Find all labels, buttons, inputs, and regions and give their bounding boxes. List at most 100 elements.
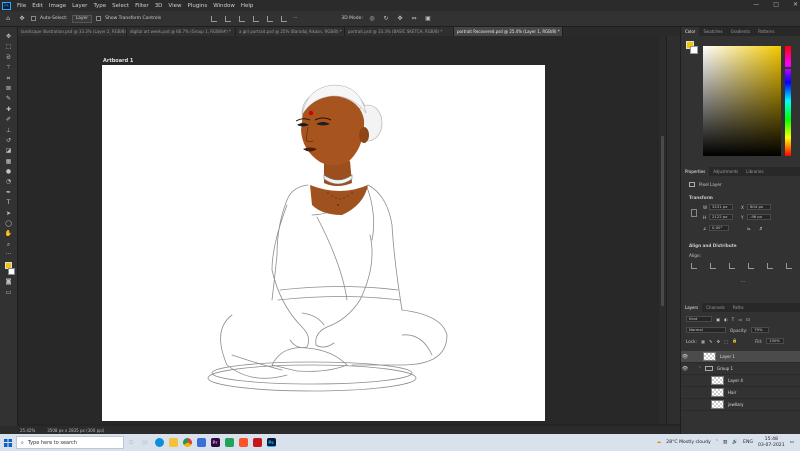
artboard-canvas[interactable] xyxy=(102,65,545,421)
menu-select[interactable]: Select xyxy=(109,3,132,9)
tab-portrait-recovered[interactable]: portrait Recovered.psd @ 25.4% (Layer 1,… xyxy=(454,27,563,36)
more-options-icon[interactable]: ··· xyxy=(293,16,297,21)
tab-patterns[interactable]: Patterns xyxy=(754,27,778,36)
eye-icon[interactable]: 👁 xyxy=(681,366,689,372)
opacity-field[interactable]: 79% xyxy=(751,327,770,333)
layer-row[interactable]: 👁 Layer 1 xyxy=(681,351,800,363)
volume-icon[interactable]: 🔊 xyxy=(732,440,738,445)
x-field[interactable]: 604 px xyxy=(747,204,771,210)
layer-row[interactable]: jewllary xyxy=(681,399,800,411)
eraser-icon[interactable]: ◪ xyxy=(4,147,14,154)
menu-image[interactable]: Image xyxy=(46,3,69,9)
align-left-icon[interactable] xyxy=(211,15,218,22)
type-tool-icon[interactable]: T xyxy=(4,199,14,206)
filter-adjustment-icon[interactable]: ◐ xyxy=(724,317,728,322)
width-field[interactable]: 3231 px xyxy=(709,204,733,210)
tab-a-girl-portrait[interactable]: a girl portrait.psd @ 25% (Baradaj Aikas… xyxy=(236,27,345,36)
lock-artboard-icon[interactable]: ⬚ xyxy=(724,339,728,344)
filter-shape-icon[interactable]: ▭ xyxy=(738,317,742,322)
pen-tool-icon[interactable]: ✒ xyxy=(4,189,14,196)
weather-text[interactable]: 28°C Mostly cloudy xyxy=(666,440,710,445)
magic-wand-icon[interactable]: ⚚ xyxy=(4,64,14,71)
auto-select-checkbox[interactable] xyxy=(31,16,36,21)
eye-icon[interactable]: 👁 xyxy=(681,354,689,360)
menu-3d[interactable]: 3D xyxy=(152,3,166,9)
filter-type-icon[interactable]: T xyxy=(732,317,735,322)
quick-mask-icon[interactable]: ◙ xyxy=(4,278,14,285)
menu-help[interactable]: Help xyxy=(238,3,257,9)
edge-icon[interactable] xyxy=(152,434,166,451)
align-right-icon[interactable] xyxy=(239,15,246,22)
marquee-tool-icon[interactable]: ⬚ xyxy=(4,43,14,50)
menu-filter[interactable]: Filter xyxy=(132,3,152,9)
lock-brush-icon[interactable]: ✎ xyxy=(709,339,713,344)
menu-plugins[interactable]: Plugins xyxy=(184,3,210,9)
filter-smart-icon[interactable]: ⊡ xyxy=(746,317,750,322)
hue-slider[interactable] xyxy=(785,46,791,156)
media-app-icon[interactable] xyxy=(250,434,264,451)
file-explorer-icon[interactable] xyxy=(166,434,180,451)
minimize-button[interactable]: — xyxy=(753,1,759,8)
lock-move-icon[interactable]: ✥ xyxy=(716,339,720,344)
screen-mode-icon[interactable]: ▭ xyxy=(4,289,14,296)
photoshop-taskbar-icon[interactable]: Ps xyxy=(264,434,278,451)
canvas-scrollbar[interactable] xyxy=(659,36,666,424)
align-bottom-edges-icon[interactable] xyxy=(786,263,792,269)
menu-layer[interactable]: Layer xyxy=(69,3,90,9)
tab-channels[interactable]: Channels xyxy=(702,303,729,312)
align-middle-icon[interactable] xyxy=(267,15,274,22)
lasso-tool-icon[interactable]: ᘐ xyxy=(4,54,14,61)
layer-row[interactable]: 👁 ˅ Group 1 xyxy=(681,363,800,375)
store-icon[interactable] xyxy=(194,434,208,451)
taskbar-search[interactable]: ⌕ Type here to search xyxy=(16,436,124,449)
tab-paths[interactable]: Paths xyxy=(729,303,748,312)
ellipse-tool-icon[interactable]: ◯ xyxy=(4,220,14,227)
notification-icon[interactable]: ▭ xyxy=(790,440,794,445)
zoom-level[interactable]: 25.42% xyxy=(20,428,35,433)
angle-field[interactable]: 0.00° xyxy=(709,225,729,231)
brush-tool-icon[interactable]: ✐ xyxy=(4,116,14,123)
menu-window[interactable]: Window xyxy=(210,3,238,9)
fill-field[interactable]: 100% xyxy=(766,338,785,344)
link-dimensions-icon[interactable] xyxy=(691,209,697,217)
widgets-icon[interactable]: ▤ xyxy=(138,434,152,451)
maximize-button[interactable]: □ xyxy=(773,1,779,8)
align-vertical-centers-icon[interactable] xyxy=(767,263,773,269)
tab-landscape-illustration[interactable]: landscape illustration.psd @ 33.3% (Laye… xyxy=(18,27,127,36)
tray-chevron-icon[interactable]: ˄ xyxy=(716,440,718,445)
blend-mode-dropdown[interactable]: Normal xyxy=(686,327,726,333)
panel-collapse-strip[interactable] xyxy=(666,36,680,424)
clone-stamp-icon[interactable]: ⊥ xyxy=(4,127,14,134)
network-icon[interactable]: ▥ xyxy=(723,440,727,445)
move-tool-icon[interactable]: ✥ xyxy=(4,33,14,40)
clock[interactable]: 15:48 03-07-2021 xyxy=(758,437,785,448)
align-bottom-icon[interactable] xyxy=(281,15,288,22)
eyedropper-icon[interactable]: ✎ xyxy=(4,95,14,102)
color-picker-field[interactable] xyxy=(703,46,781,156)
tab-portrait[interactable]: portrait.psd @ 33.3% (BASIC SKETCH, RGB/… xyxy=(345,27,454,36)
menu-view[interactable]: View xyxy=(165,3,184,9)
menu-file[interactable]: File xyxy=(14,3,29,9)
hand-tool-icon[interactable]: ✋ xyxy=(4,230,14,237)
filter-pixel-icon[interactable]: ▣ xyxy=(716,317,720,322)
start-button[interactable] xyxy=(0,434,16,451)
close-button[interactable]: ✕ xyxy=(793,1,798,8)
pan-3d-icon[interactable]: ✥ xyxy=(395,15,405,22)
align-top-icon[interactable] xyxy=(253,15,260,22)
camera-icon[interactable]: ▣ xyxy=(423,15,433,22)
transform-controls-checkbox[interactable] xyxy=(96,16,102,21)
background-color-swatch[interactable] xyxy=(7,267,15,275)
language-indicator[interactable]: ENG xyxy=(743,440,753,445)
lock-all-icon[interactable]: 🔒 xyxy=(732,338,737,344)
move-tool-icon[interactable]: ✥ xyxy=(17,15,27,22)
home-icon[interactable]: ⌂ xyxy=(3,15,13,22)
history-brush-icon[interactable]: ↺ xyxy=(4,137,14,144)
blur-tool-icon[interactable]: ● xyxy=(4,168,14,175)
healing-brush-icon[interactable]: ✚ xyxy=(4,106,14,113)
height-field[interactable]: 2122 px xyxy=(709,214,733,220)
crop-tool-icon[interactable]: ⌗ xyxy=(4,75,14,82)
flip-vertical-icon[interactable]: ⇵ xyxy=(759,226,763,231)
tab-swatches[interactable]: Swatches xyxy=(699,27,726,36)
orbit-icon[interactable]: ◎ xyxy=(367,15,377,22)
app-green-icon[interactable] xyxy=(222,434,236,451)
